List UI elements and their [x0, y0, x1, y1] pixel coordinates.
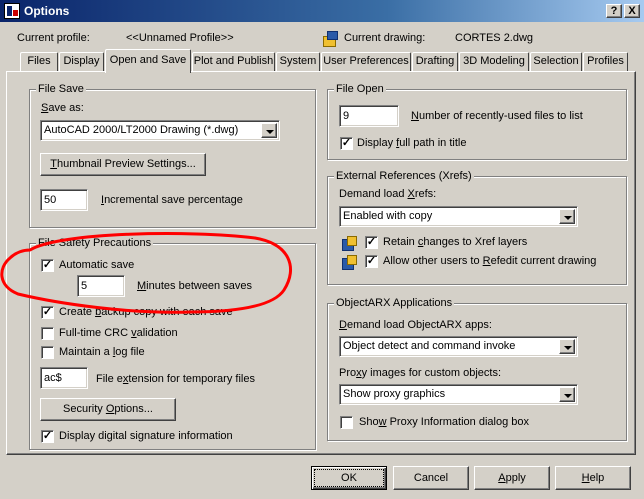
current-drawing-label: Current drawing: [344, 32, 426, 44]
tab-plot-and-publish[interactable]: Plot and Publish [192, 52, 275, 72]
tab-selection[interactable]: Selection [530, 52, 582, 72]
chevron-down-icon[interactable] [559, 339, 575, 354]
demand-load-arx-label: Demand load ObjectARX apps: [339, 319, 492, 331]
thumbnail-preview-settings-button[interactable]: Thumbnail Preview Settings... [40, 153, 206, 176]
proxy-images-label: Proxy images for custom objects: [339, 367, 502, 379]
tab-profiles[interactable]: Profiles [583, 52, 628, 72]
apply-button[interactable]: Apply [474, 466, 550, 490]
log-file-checkbox[interactable] [41, 346, 54, 359]
current-drawing-value: CORTES 2.dwg [455, 32, 534, 44]
tab-system[interactable]: System [276, 52, 320, 72]
drawing-icon [322, 30, 338, 47]
log-file-label: Maintain a log file [59, 346, 145, 358]
temp-file-extension-input[interactable]: ac$ [40, 367, 88, 389]
digital-signature-checkbox[interactable]: ✓ [41, 430, 54, 443]
show-proxy-info-label: Show Proxy Information dialog box [359, 416, 529, 428]
full-path-label: Display full path in title [357, 137, 467, 149]
incremental-save-input[interactable]: 50 [40, 189, 88, 211]
demand-load-arx-value: Object detect and command invoke [343, 340, 516, 352]
save-as-label: Save as: [41, 102, 84, 114]
tab-user-preferences[interactable]: User Preferences [321, 52, 411, 72]
crc-validation-label: Full-time CRC validation [59, 327, 178, 339]
demand-load-xrefs-dropdown[interactable]: Enabled with copy [339, 206, 578, 227]
proxy-images-dropdown[interactable]: Show proxy graphics [339, 384, 578, 405]
ok-button[interactable]: OK [311, 466, 387, 490]
temp-file-extension-label: File extension for temporary files [96, 373, 255, 385]
recent-files-count-value: 9 [343, 110, 350, 122]
tab-display[interactable]: Display [59, 52, 104, 72]
autocad-app-icon [4, 3, 20, 19]
demand-load-arx-dropdown[interactable]: Object detect and command invoke [339, 336, 578, 357]
chevron-down-icon[interactable] [559, 387, 575, 402]
show-proxy-info-checkbox[interactable] [340, 416, 353, 429]
full-path-checkbox[interactable]: ✓ [340, 137, 353, 150]
xrefs-legend: External References (Xrefs) [334, 170, 474, 182]
digital-signature-label: Display digital signature information [59, 430, 233, 442]
refedit-icon [341, 254, 357, 270]
file-open-legend: File Open [334, 83, 386, 95]
current-profile-value: <<Unnamed Profile>> [126, 32, 234, 44]
close-title-button[interactable]: X [624, 4, 640, 18]
tab-3d-modeling[interactable]: 3D Modeling [459, 52, 529, 72]
window-title: Options [24, 4, 70, 18]
title-bar: Options ? X [0, 0, 644, 22]
current-profile-label: Current profile: [17, 32, 90, 44]
chevron-down-icon[interactable] [261, 123, 277, 138]
proxy-images-value: Show proxy graphics [343, 388, 446, 400]
crc-validation-checkbox[interactable] [41, 327, 54, 340]
security-options-button[interactable]: Security Options... [40, 398, 176, 421]
red-annotation-ellipse [0, 232, 293, 314]
retain-xref-changes-label: Retain changes to Xref layers [383, 236, 528, 248]
temp-file-extension-value: ac$ [44, 372, 62, 384]
demand-load-xrefs-value: Enabled with copy [343, 210, 433, 222]
allow-refedit-checkbox[interactable]: ✓ [365, 255, 378, 268]
objectarx-legend: ObjectARX Applications [334, 297, 455, 309]
demand-load-xrefs-label: Demand load Xrefs: [339, 188, 437, 200]
incremental-save-label: Incremental save percentage [101, 194, 243, 206]
cancel-button[interactable]: Cancel [393, 466, 469, 490]
recent-files-count-input[interactable]: 9 [339, 105, 399, 127]
incremental-save-value: 50 [44, 194, 57, 206]
xref-layers-icon [341, 235, 357, 251]
help-button[interactable]: Help [555, 466, 631, 490]
tab-open-and-save[interactable]: Open and Save [105, 49, 191, 73]
retain-xref-changes-checkbox[interactable]: ✓ [365, 236, 378, 249]
save-as-dropdown[interactable]: AutoCAD 2000/LT2000 Drawing (*.dwg) [40, 120, 280, 141]
tab-drafting[interactable]: Drafting [412, 52, 458, 72]
save-as-value: AutoCAD 2000/LT2000 Drawing (*.dwg) [44, 124, 239, 136]
chevron-down-icon[interactable] [559, 209, 575, 224]
allow-refedit-label: Allow other users to Refedit current dra… [383, 255, 597, 267]
file-save-legend: File Save [36, 83, 86, 95]
tab-files[interactable]: Files [20, 52, 58, 72]
help-title-button[interactable]: ? [606, 4, 622, 18]
recent-files-count-label: Number of recently-used files to list [411, 110, 583, 122]
